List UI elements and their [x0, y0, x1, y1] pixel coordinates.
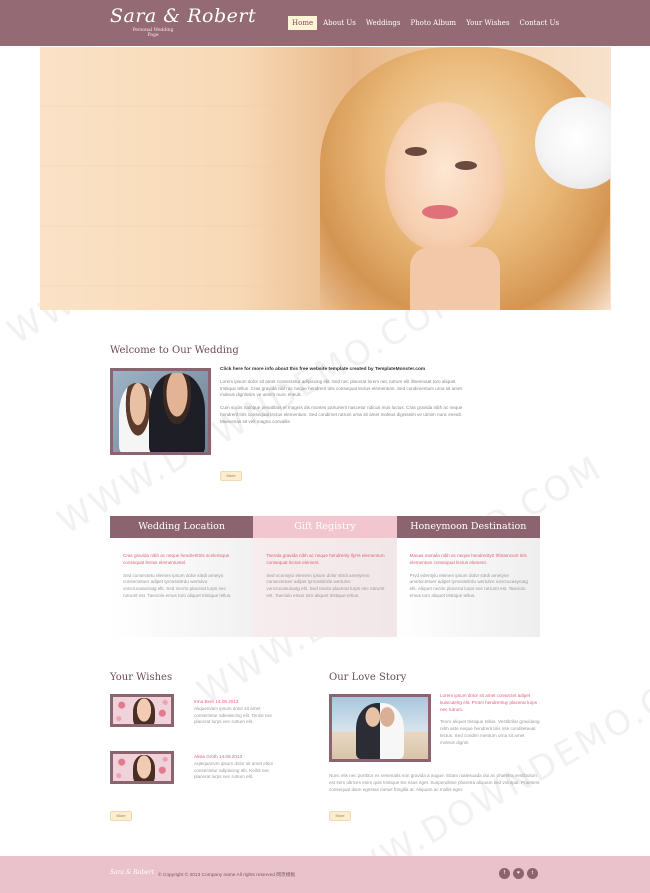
hero-background	[40, 47, 300, 310]
avatar-face	[133, 698, 155, 724]
love-story-title: Our Love Story	[329, 672, 407, 683]
hero-image-eye	[405, 147, 427, 156]
column-wedding-location: Wedding Location Cras gravida nibh ac ne…	[110, 516, 254, 637]
welcome-paragraph: Lorem ipsum dolor sit amet consectetur a…	[220, 378, 462, 398]
column-heading[interactable]: Gift Registry	[253, 516, 397, 538]
welcome-lead-link[interactable]: Click here for more info about this free…	[220, 367, 465, 374]
welcome-title: Welcome to Our Wedding	[110, 345, 239, 356]
welcome-more-button[interactable]: More	[220, 471, 242, 481]
site-footer: Sara & Robert © Copyright © 2013 Company…	[0, 856, 650, 893]
wish-message: Aqlequanvm ipsum dolor sit amet elsoi co…	[194, 760, 273, 780]
hero-image-face	[385, 102, 505, 252]
welcome-paragraph: Cum sociis natoque penatibus et magnis d…	[220, 405, 463, 424]
love-story-more-button[interactable]: More	[329, 811, 351, 821]
wishes-title: Your Wishes	[110, 672, 173, 683]
column-text: Sed oconsyto elemem ipsum dolor sitrdi a…	[266, 572, 385, 598]
column-highlight: Toerala gravida nibh ac neque hendrerity…	[266, 553, 385, 565]
facebook-icon[interactable]: f	[499, 868, 510, 879]
column-honeymoon-destination: Honeymoon Destination Maoas namala nibh …	[396, 516, 540, 637]
main-nav: Home About Us Weddings Photo Album Your …	[288, 16, 565, 30]
column-body: Cras gravida nibh ac neque hendrerittris…	[110, 538, 254, 637]
nav-item-about-us[interactable]: About Us	[319, 16, 360, 30]
site-header: Sara & Robert Personal Wedding Page Home…	[0, 0, 650, 46]
column-gift-registry: Gift Registry Toerala gravida nibh ac ne…	[253, 516, 397, 637]
love-story-highlight: Lorem ipsum dolor sit amet consectet adi…	[440, 693, 538, 712]
wish-item: Irma Beer 14.08.2013 Aliquenvam ipsum do…	[194, 699, 284, 726]
nav-item-weddings[interactable]: Weddings	[362, 16, 405, 30]
avatar-face	[133, 755, 155, 781]
heart-icon[interactable]: t	[527, 868, 538, 879]
wish-message: Aliquenvam ipsum dolor sit amet consecte…	[194, 705, 273, 725]
feature-columns: Wedding Location Cras gravida nibh ac ne…	[110, 516, 540, 637]
twitter-icon[interactable]: ♥	[513, 868, 524, 879]
column-heading[interactable]: Honeymoon Destination	[396, 516, 540, 538]
column-text: Sed consectetu elemen ipsum dolor sitrdi…	[123, 572, 232, 598]
photo-couple	[356, 703, 404, 759]
nav-item-home[interactable]: Home	[288, 16, 318, 30]
column-highlight: Cras gravida nibh ac neque hendrerittris…	[123, 553, 230, 565]
column-heading[interactable]: Wedding Location	[110, 516, 254, 538]
footer-copyright: © Copyright © 2013 Company name All righ…	[158, 873, 296, 878]
logo-title[interactable]: Sara & Robert	[110, 5, 256, 27]
wish-author[interactable]: Alisia Groth 14.08.2013	[194, 754, 284, 761]
nav-item-your-wishes[interactable]: Your Wishes	[462, 16, 513, 30]
love-story-paragraph: Nunc elis nec porttitor ex venenatis non…	[329, 773, 540, 792]
photo-groom	[149, 373, 205, 452]
wish-avatar[interactable]	[110, 751, 174, 784]
column-body: Toerala gravida nibh ac neque hendrerity…	[253, 538, 397, 637]
column-body: Maoas namala nibh ac neque hendreritytr …	[396, 538, 540, 637]
love-story-photo	[329, 694, 431, 762]
hero-image-lips	[422, 205, 458, 219]
welcome-text: Click here for more info about this free…	[220, 367, 465, 432]
column-highlight: Maoas namala nibh ac neque hendreritytr …	[409, 553, 527, 565]
wish-author[interactable]: Irma Beer 14.08.2013	[194, 699, 284, 706]
wishes-more-button[interactable]: More	[110, 811, 132, 821]
hero-image-neck	[410, 247, 500, 310]
wish-item: Alisia Groth 14.08.2013 Aqlequanvm ipsum…	[194, 754, 284, 781]
hero-slider	[40, 47, 611, 310]
logo-subtitle: Personal Wedding Page	[132, 28, 174, 38]
nav-item-photo-album[interactable]: Photo Album	[406, 16, 460, 30]
column-text: Pryd edentylu elemen ipsum dolor sitrdi …	[409, 572, 528, 598]
wish-avatar[interactable]	[110, 694, 174, 727]
couple-photo	[110, 368, 211, 455]
love-story-paragraph: Teom aliquet tristique tellus. Vestibril…	[440, 719, 540, 745]
footer-logo[interactable]: Sara & Robert	[110, 869, 154, 876]
hero-image-eye	[455, 161, 477, 170]
love-story-text: Lorem ipsum dolor sit amet consectet adi…	[440, 693, 540, 747]
nav-item-contact-us[interactable]: Contact Us	[516, 16, 564, 30]
